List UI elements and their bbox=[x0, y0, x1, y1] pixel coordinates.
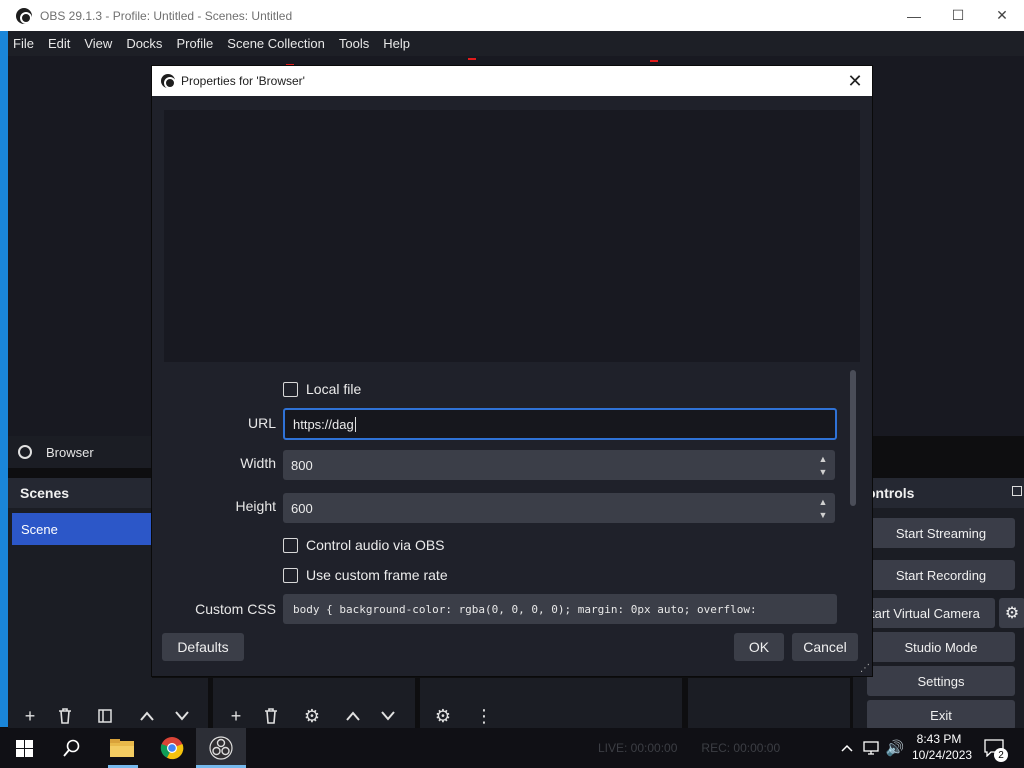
controls-dock-title-text: ontrols bbox=[867, 485, 915, 501]
source-name: Browser bbox=[46, 444, 94, 460]
start-streaming-button[interactable]: Start Streaming bbox=[867, 518, 1015, 548]
properties-scrollbar[interactable] bbox=[848, 370, 860, 610]
add-scene-icon[interactable]: + bbox=[20, 706, 40, 726]
width-value: 800 bbox=[291, 457, 313, 473]
obs-logo-icon bbox=[161, 74, 176, 89]
start-virtual-camera-button[interactable]: tart Virtual Camera bbox=[867, 598, 995, 628]
url-input[interactable]: https://dag bbox=[283, 408, 837, 440]
scene-list-item[interactable]: Scene bbox=[12, 513, 152, 545]
show-hidden-icons-chevron-icon[interactable] bbox=[838, 728, 856, 768]
notification-center-icon[interactable]: 2 bbox=[980, 728, 1008, 768]
source-properties-gear-icon[interactable]: ⚙ bbox=[302, 706, 322, 726]
width-spinbox[interactable]: 800 ▲ ▼ bbox=[283, 450, 835, 480]
start-recording-button[interactable]: Start Recording bbox=[867, 560, 1015, 590]
menu-profile[interactable]: Profile bbox=[169, 36, 220, 51]
preview-red-marker bbox=[650, 60, 658, 62]
move-down-icon[interactable] bbox=[172, 706, 192, 726]
menu-docks[interactable]: Docks bbox=[119, 36, 169, 51]
preview-red-marker bbox=[468, 58, 476, 60]
width-label: Width bbox=[240, 455, 276, 471]
custom-css-textarea[interactable]: body { background-color: rgba(0, 0, 0, 0… bbox=[283, 594, 837, 624]
menu-view[interactable]: View bbox=[77, 36, 119, 51]
scene-list: Scene bbox=[8, 508, 152, 678]
clock-time: 8:43 PM bbox=[916, 732, 962, 746]
delete-scene-icon[interactable] bbox=[55, 706, 75, 726]
undock-icon[interactable] bbox=[1012, 486, 1022, 496]
transitions-toolbar bbox=[688, 678, 850, 728]
file-explorer-icon[interactable] bbox=[104, 728, 140, 768]
scrollbar-thumb[interactable] bbox=[850, 370, 856, 506]
close-button[interactable]: ✕ bbox=[980, 0, 1024, 31]
dialog-title: Properties for 'Browser' bbox=[181, 74, 305, 88]
virtual-camera-settings-gear-icon[interactable]: ⚙ bbox=[999, 598, 1024, 628]
custom-frame-rate-checkbox[interactable] bbox=[283, 568, 298, 583]
height-value: 600 bbox=[291, 500, 313, 516]
height-stepper-icon[interactable]: ▲ ▼ bbox=[817, 495, 829, 521]
url-label: URL bbox=[247, 415, 276, 431]
live-status: LIVE: 00:00:00 bbox=[598, 741, 678, 755]
cancel-button[interactable]: Cancel bbox=[792, 633, 858, 661]
exit-button[interactable]: Exit bbox=[867, 700, 1015, 730]
controls-dock: Start Streaming Start Recording tart Vir… bbox=[853, 508, 1024, 730]
window-titlebar: OBS 29.1.3 - Profile: Untitled - Scenes:… bbox=[0, 0, 1024, 31]
source-move-down-icon[interactable] bbox=[378, 706, 398, 726]
add-source-icon[interactable]: + bbox=[226, 706, 246, 726]
menu-edit[interactable]: Edit bbox=[41, 36, 77, 51]
studio-mode-button[interactable]: Studio Mode bbox=[867, 632, 1015, 662]
dialog-close-icon[interactable]: ✕ bbox=[844, 70, 866, 92]
search-icon[interactable] bbox=[54, 728, 90, 768]
custom-css-value: body { background-color: rgba(0, 0, 0, 0… bbox=[293, 603, 757, 616]
minimize-button[interactable]: — bbox=[892, 0, 936, 31]
custom-frame-rate-label: Use custom frame rate bbox=[306, 567, 448, 583]
custom-css-label: Custom CSS bbox=[195, 601, 276, 617]
delete-source-icon[interactable] bbox=[261, 706, 281, 726]
height-label: Height bbox=[235, 498, 276, 514]
controls-dock-title: ontrols bbox=[853, 478, 1024, 508]
source-move-up-icon[interactable] bbox=[343, 706, 363, 726]
local-file-label: Local file bbox=[306, 381, 362, 397]
globe-icon bbox=[18, 445, 32, 459]
menu-bar: File Edit View Docks Profile Scene Colle… bbox=[0, 31, 1024, 56]
notification-count-badge: 2 bbox=[994, 748, 1008, 762]
audio-settings-gear-icon[interactable]: ⚙ bbox=[433, 706, 453, 726]
taskbar-clock[interactable]: 8:43 PM 10/24/2023 bbox=[912, 731, 973, 763]
scenes-dock-title: Scenes bbox=[8, 478, 152, 508]
status-bar: LIVE: 00:00:00 REC: 00:00:00 bbox=[598, 738, 838, 758]
text-cursor bbox=[354, 416, 356, 432]
url-input-value: https://dag bbox=[293, 416, 354, 432]
volume-icon[interactable]: 🔊 bbox=[884, 728, 906, 768]
local-file-checkbox[interactable] bbox=[283, 382, 298, 397]
window-title: OBS 29.1.3 - Profile: Untitled - Scenes:… bbox=[40, 8, 293, 23]
width-stepper-icon[interactable]: ▲ ▼ bbox=[817, 452, 829, 478]
menu-tools[interactable]: Tools bbox=[332, 36, 376, 51]
window-left-edge bbox=[0, 31, 8, 727]
more-options-icon[interactable]: ⋮ bbox=[474, 706, 494, 726]
defaults-button[interactable]: Defaults bbox=[162, 633, 244, 661]
rec-status: REC: 00:00:00 bbox=[701, 741, 781, 755]
clock-date: 10/24/2023 bbox=[912, 748, 973, 762]
audio-mixer-toolbar bbox=[420, 678, 682, 728]
settings-button[interactable]: Settings bbox=[867, 666, 1015, 696]
windows-start-icon[interactable] bbox=[6, 728, 42, 768]
source-toolbar: Browser bbox=[8, 436, 152, 468]
menu-scene-collection[interactable]: Scene Collection bbox=[220, 36, 332, 51]
network-icon[interactable] bbox=[861, 728, 881, 768]
chrome-icon[interactable] bbox=[154, 728, 190, 768]
scene-filter-icon[interactable] bbox=[95, 706, 115, 726]
control-audio-checkbox[interactable] bbox=[283, 538, 298, 553]
obs-logo-icon bbox=[16, 7, 32, 24]
obs-taskbar-icon[interactable] bbox=[196, 728, 246, 768]
maximize-button[interactable]: ☐ bbox=[936, 0, 980, 31]
move-up-icon[interactable] bbox=[137, 706, 157, 726]
dialog-titlebar: Properties for 'Browser' ✕ bbox=[152, 66, 872, 96]
ok-button[interactable]: OK bbox=[734, 633, 784, 661]
resize-grip-icon[interactable]: ⋰ bbox=[860, 663, 870, 674]
properties-dialog: Properties for 'Browser' ✕ Local file UR… bbox=[152, 66, 872, 676]
menu-help[interactable]: Help bbox=[376, 36, 417, 51]
control-audio-label: Control audio via OBS bbox=[306, 537, 445, 553]
menu-file[interactable]: File bbox=[6, 36, 41, 51]
height-spinbox[interactable]: 600 ▲ ▼ bbox=[283, 493, 835, 523]
browser-source-preview bbox=[164, 110, 860, 362]
